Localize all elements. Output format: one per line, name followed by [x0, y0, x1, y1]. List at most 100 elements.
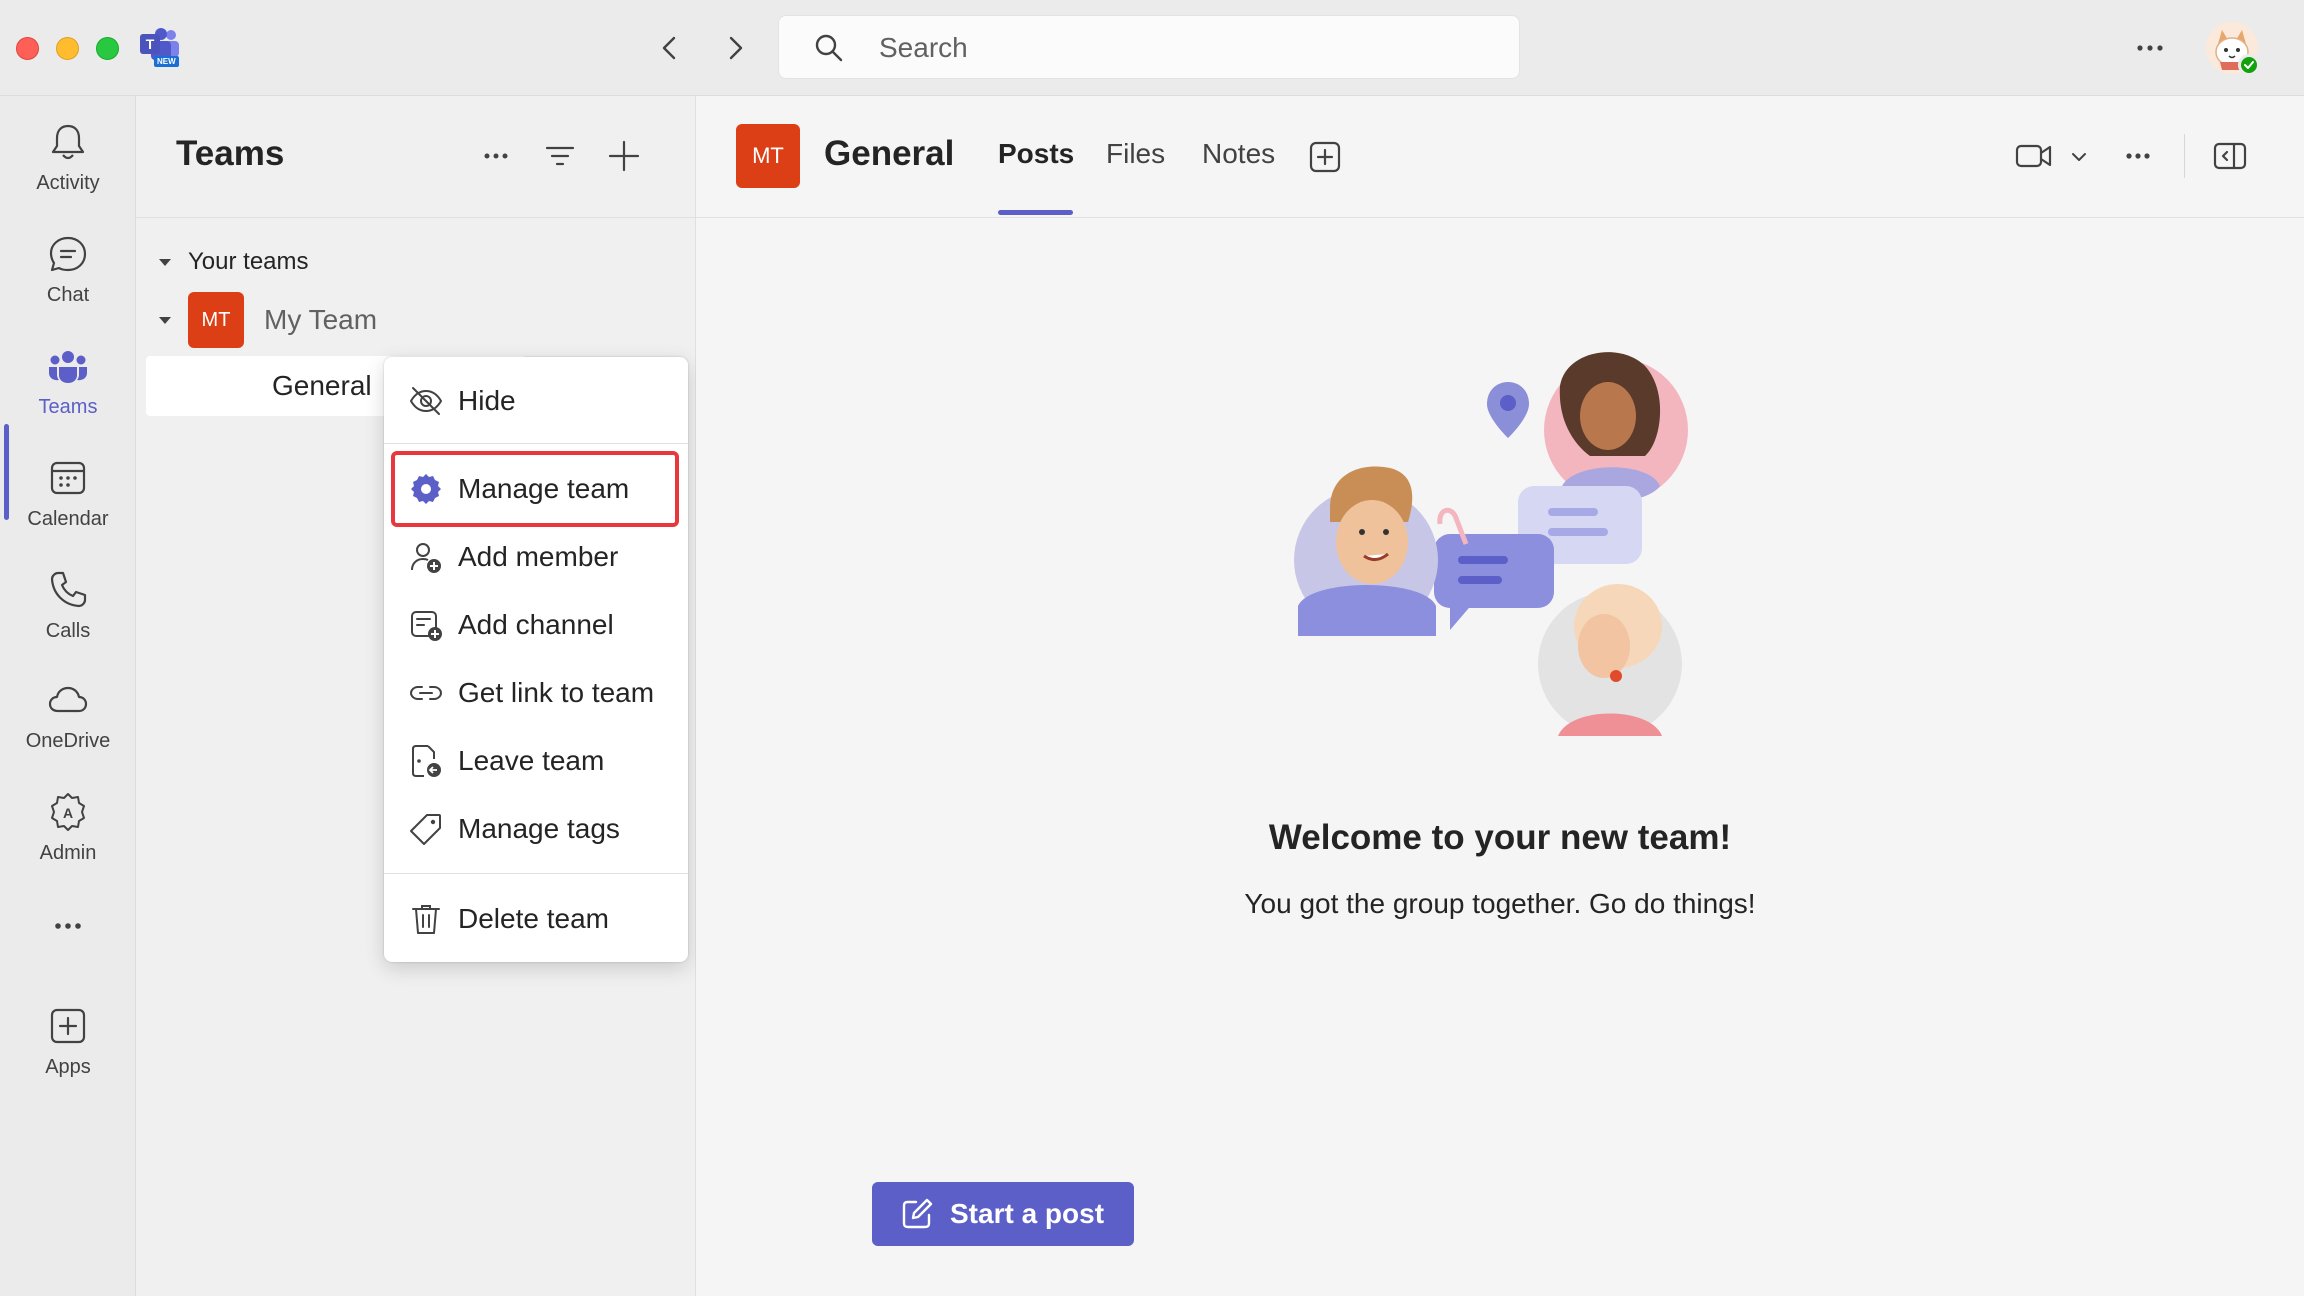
gear-icon: [408, 471, 444, 507]
rail-item-calendar[interactable]: Calendar: [0, 442, 136, 546]
rail-item-apps[interactable]: Apps: [0, 990, 136, 1094]
channel-name: General: [272, 370, 372, 401]
window-maximize-button[interactable]: [96, 37, 119, 60]
more-options-icon[interactable]: [474, 134, 518, 178]
menu-label: Get link to team: [458, 677, 655, 708]
menu-label: Leave team: [458, 745, 605, 776]
more-horizontal-icon: [46, 904, 90, 948]
add-apps-icon: [46, 1004, 90, 1048]
channel-header: MT General Posts Files Notes: [696, 96, 2304, 218]
caret-down-icon: [156, 311, 174, 329]
presence-available-icon: [2238, 54, 2260, 76]
menu-divider: [384, 443, 688, 444]
welcome-illustration: [1290, 346, 1710, 756]
video-camera-icon[interactable]: [2014, 138, 2054, 174]
menu-divider: [384, 873, 688, 874]
new-badge: NEW: [154, 56, 179, 67]
rail-label: Calendar: [27, 508, 109, 530]
channel-title: General: [824, 134, 955, 173]
add-person-icon: [408, 539, 444, 575]
app-rail: Activity Chat Teams Calendar Calls OneDr…: [0, 96, 136, 1296]
trash-icon: [408, 901, 444, 937]
rail-item-teams[interactable]: Teams: [0, 330, 136, 434]
link-icon: [408, 675, 444, 711]
forward-arrow-icon[interactable]: [715, 28, 755, 68]
title-bar: T NEW: [0, 0, 2304, 96]
start-post-button[interactable]: Start a post: [872, 1182, 1134, 1246]
rail-label: Calls: [45, 620, 91, 642]
teams-logo-icon: T NEW: [140, 28, 184, 68]
menu-item-add-member[interactable]: Add member: [384, 525, 688, 589]
svg-text:A: A: [63, 805, 73, 821]
welcome-title: Welcome to your new team!: [1268, 818, 1732, 857]
rail-label: Activity: [36, 172, 100, 194]
hide-eye-icon: [408, 383, 444, 419]
caret-down-icon: [156, 253, 174, 271]
rail-more-apps-button[interactable]: [0, 890, 136, 950]
search-bar[interactable]: [778, 15, 1520, 79]
channel-main-area: MT General Posts Files Notes Welcome to …: [696, 96, 2304, 1296]
team-avatar: MT: [188, 292, 244, 348]
add-tab-icon[interactable]: [1308, 140, 1342, 174]
tab-posts[interactable]: Posts: [998, 138, 1074, 170]
tab-notes[interactable]: Notes: [1202, 138, 1275, 170]
menu-item-get-link[interactable]: Get link to team: [384, 661, 688, 725]
team-name: My Team: [264, 304, 378, 335]
menu-item-leave-team[interactable]: Leave team: [384, 729, 688, 793]
leave-icon: [408, 743, 444, 779]
calendar-icon: [46, 456, 90, 500]
chat-icon: [46, 232, 90, 276]
active-tab-indicator: [998, 210, 1073, 215]
more-options-icon[interactable]: [2116, 138, 2160, 174]
menu-item-manage-tags[interactable]: Manage tags: [384, 797, 688, 861]
add-icon[interactable]: [602, 134, 646, 178]
menu-label: Add member: [458, 541, 619, 572]
rail-label: Apps: [45, 1056, 91, 1078]
tab-files[interactable]: Files: [1106, 138, 1165, 170]
tag-icon: [408, 811, 444, 847]
panel-title: Teams: [176, 134, 285, 173]
channel-team-avatar: MT: [736, 124, 800, 188]
rail-item-onedrive[interactable]: OneDrive: [0, 664, 136, 768]
filter-icon[interactable]: [538, 134, 582, 178]
menu-item-hide[interactable]: Hide: [384, 369, 688, 433]
rail-item-admin[interactable]: A Admin: [0, 776, 136, 880]
menu-label: Add channel: [458, 609, 614, 640]
teams-panel-header: Teams: [136, 96, 695, 218]
menu-item-add-channel[interactable]: Add channel: [384, 593, 688, 657]
your-teams-section-header[interactable]: Your teams: [156, 242, 309, 282]
rail-item-calls[interactable]: Calls: [0, 554, 136, 658]
cloud-icon: [46, 678, 90, 722]
side-panel-toggle-icon[interactable]: [2212, 138, 2248, 174]
menu-item-manage-team[interactable]: Manage team: [384, 457, 688, 521]
admin-icon: A: [46, 790, 90, 834]
menu-item-delete-team[interactable]: Delete team: [384, 887, 688, 951]
phone-icon: [46, 568, 90, 612]
chevron-down-icon[interactable]: [2068, 146, 2090, 168]
menu-label: Manage team: [458, 473, 630, 504]
section-label: Your teams: [188, 248, 309, 275]
teams-icon: [46, 344, 90, 388]
team-item-my-team[interactable]: MT My Team: [156, 292, 377, 348]
rail-item-activity[interactable]: Activity: [0, 106, 136, 210]
welcome-subtitle: You got the group together. Go do things…: [1244, 888, 1756, 919]
team-context-menu: Hide Manage team Add member Add channel …: [384, 357, 688, 962]
menu-label: Manage tags: [458, 813, 620, 844]
rail-label: Admin: [39, 842, 97, 864]
add-channel-icon: [408, 607, 444, 643]
rail-label: OneDrive: [25, 730, 111, 752]
header-divider: [2184, 134, 2185, 178]
svg-text:T: T: [146, 36, 155, 52]
rail-label: Chat: [46, 284, 90, 306]
window-close-button[interactable]: [16, 37, 39, 60]
bell-icon: [46, 120, 90, 164]
rail-item-chat[interactable]: Chat: [0, 218, 136, 322]
compose-icon: [900, 1197, 934, 1231]
search-icon: [813, 32, 845, 64]
search-input[interactable]: [879, 30, 1479, 66]
start-post-label: Start a post: [950, 1198, 1105, 1229]
menu-label: Delete team: [458, 903, 609, 934]
more-options-icon[interactable]: [2128, 28, 2172, 68]
back-arrow-icon[interactable]: [650, 28, 690, 68]
window-minimize-button[interactable]: [56, 37, 79, 60]
